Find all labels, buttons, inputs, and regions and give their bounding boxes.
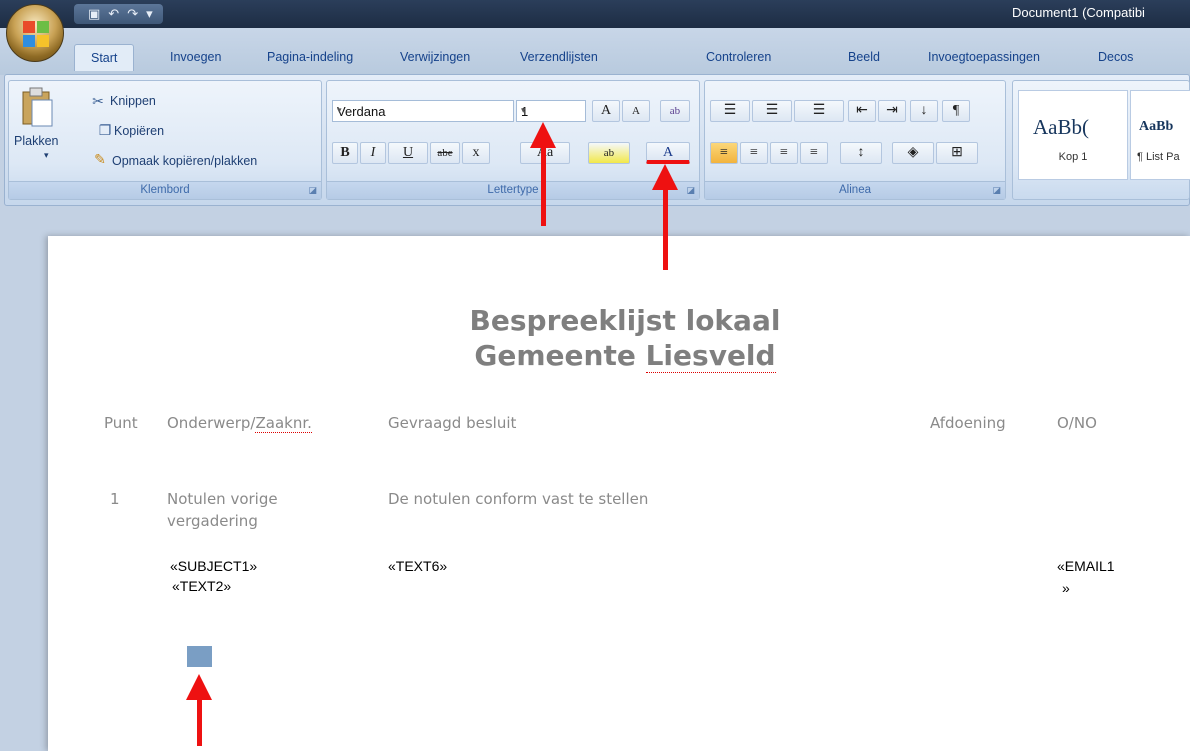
style-list-paragraph[interactable]: AaBb ¶ List Pa xyxy=(1130,90,1190,180)
copy-icon[interactable]: ❐ xyxy=(95,121,115,141)
paste-button[interactable]: Plakken xyxy=(14,134,58,148)
dialog-launcher-icon[interactable]: ◪ xyxy=(686,186,695,196)
paragraph-group: Alinea ◪ xyxy=(704,80,1006,200)
font-color-button[interactable]: A xyxy=(646,142,690,164)
annotation-arrow-shaft xyxy=(663,188,668,270)
row-subject-line1: Notulen vorige xyxy=(167,490,278,508)
underline-button[interactable]: U xyxy=(388,142,428,164)
quick-access-toolbar: ▣ ↶ ↷ ▾ xyxy=(74,4,163,24)
column-header-ono: O/NO xyxy=(1057,414,1097,432)
annotation-arrow-shaft xyxy=(541,146,546,226)
column-header-afdoening: Afdoening xyxy=(930,414,1006,432)
shading-icon[interactable]: ◈ xyxy=(892,142,934,164)
office-button[interactable] xyxy=(6,4,64,62)
numbering-icon[interactable]: ☰ xyxy=(752,100,792,122)
style-kop1[interactable]: AaBb( Kop 1 xyxy=(1018,90,1128,180)
multilevel-list-icon[interactable]: ☰ xyxy=(794,100,844,122)
tab-verzendlijsten[interactable]: Verzendlijsten xyxy=(520,50,598,64)
copy-button[interactable]: Kopiëren xyxy=(114,124,164,138)
window-title: Document1 (Compatibi xyxy=(1012,5,1145,20)
chevron-down-icon[interactable]: ▾ xyxy=(337,105,509,116)
tab-invoegen[interactable]: Invoegen xyxy=(170,50,221,64)
tab-verwijzingen[interactable]: Verwijzingen xyxy=(400,50,470,64)
heading-text: Gemeente xyxy=(474,339,646,372)
column-header-onderwerp: Onderwerp/Zaaknr. xyxy=(167,414,312,433)
undo-icon[interactable]: ↶ xyxy=(108,7,119,22)
paragraph-group-label: Alinea xyxy=(705,181,1005,199)
customize-qat-icon[interactable]: ▾ xyxy=(146,7,153,22)
format-painter-icon[interactable]: ✎ xyxy=(90,150,110,170)
cut-button[interactable]: Knippen xyxy=(110,94,156,108)
row-decision: De notulen conform vast te stellen xyxy=(388,490,649,508)
column-header-punt: Punt xyxy=(104,414,138,432)
style-sample: AaBb xyxy=(1139,119,1174,134)
align-left-icon[interactable]: ≡ xyxy=(710,142,738,164)
merge-field-email1[interactable]: «EMAIL1 xyxy=(1057,558,1115,574)
tab-invoegtoepassingen[interactable]: Invoegtoepassingen xyxy=(928,50,1040,64)
doc-heading-line1: Bespreeklijst lokaal xyxy=(469,304,781,337)
format-painter-button[interactable]: Opmaak kopiëren/plakken xyxy=(112,154,257,168)
merge-field-subject1[interactable]: «SUBJECT1» xyxy=(170,558,257,574)
font-size-combo[interactable]: 1 ▾ xyxy=(516,100,586,122)
style-name: Kop 1 xyxy=(1058,151,1088,163)
font-group: Lettertype ◪ xyxy=(326,80,700,200)
merge-field-email1-close[interactable]: » xyxy=(1062,580,1070,596)
row-subject-line2: vergadering xyxy=(167,512,258,530)
annotation-arrow-shaft xyxy=(197,698,202,746)
selected-object[interactable] xyxy=(187,646,212,667)
doc-heading-line2: Gemeente Liesveld xyxy=(380,339,870,373)
tab-start[interactable]: Start xyxy=(74,44,135,71)
scissors-icon[interactable]: ✂ xyxy=(88,92,108,112)
align-right-icon[interactable]: ≡ xyxy=(770,142,798,164)
clear-formatting-button[interactable]: ab xyxy=(660,100,690,122)
italic-button[interactable]: I xyxy=(360,142,386,164)
column-header-besluit: Gevraagd besluit xyxy=(388,414,517,432)
shrink-font-button[interactable]: A xyxy=(622,100,650,122)
strikethrough-button[interactable]: abe xyxy=(430,142,460,164)
sort-icon[interactable]: ↓ xyxy=(910,100,938,122)
clipboard-group-label: Klembord xyxy=(9,181,321,199)
tab-controleren[interactable]: Controleren xyxy=(706,50,771,64)
spelling-flagged-word[interactable]: Zaaknr. xyxy=(255,414,312,433)
pilcrow-icon[interactable]: ¶ xyxy=(942,100,970,122)
dialog-launcher-icon[interactable]: ◪ xyxy=(992,186,1001,196)
chevron-down-icon[interactable]: ▾ xyxy=(521,105,581,116)
paste-icon[interactable] xyxy=(20,86,54,128)
office-logo-icon xyxy=(23,21,49,47)
tab-beeld[interactable]: Beeld xyxy=(848,50,880,64)
merge-field-text2[interactable]: «TEXT2» xyxy=(172,578,231,594)
annotation-arrow-icon xyxy=(530,122,556,148)
redo-icon[interactable]: ↷ xyxy=(127,7,138,22)
align-center-icon[interactable]: ≡ xyxy=(740,142,768,164)
annotation-arrow-icon xyxy=(186,674,212,700)
line-spacing-icon[interactable]: ↕ xyxy=(840,142,882,164)
column-header-text: Onderwerp/ xyxy=(167,414,256,432)
justify-icon[interactable]: ≡ xyxy=(800,142,828,164)
decrease-indent-icon[interactable]: ⇤ xyxy=(848,100,876,122)
paste-dropdown-icon[interactable]: ▾ xyxy=(44,150,49,161)
font-name-combo[interactable]: Verdana ▾ xyxy=(332,100,514,122)
annotation-arrow-icon xyxy=(652,164,678,190)
spelling-flagged-word[interactable]: Liesveld xyxy=(645,339,776,373)
title-bar: ▣ ↶ ↷ ▾ Document1 (Compatibi xyxy=(0,0,1190,28)
font-group-label: Lettertype xyxy=(327,181,699,199)
tab-decos[interactable]: Decos xyxy=(1098,50,1133,64)
highlight-button[interactable]: ab xyxy=(588,142,630,164)
borders-icon[interactable]: ⊞ xyxy=(936,142,978,164)
increase-indent-icon[interactable]: ⇥ xyxy=(878,100,906,122)
bold-button[interactable]: B xyxy=(332,142,358,164)
save-icon[interactable]: ▣ xyxy=(88,7,100,22)
dialog-launcher-icon[interactable]: ◪ xyxy=(308,186,317,196)
merge-field-text6[interactable]: «TEXT6» xyxy=(388,558,447,574)
style-name: ¶ List Pa xyxy=(1137,151,1180,163)
grow-font-button[interactable]: A xyxy=(592,100,620,122)
tab-pagina-indeling[interactable]: Pagina-indeling xyxy=(267,50,353,64)
style-sample: AaBb( xyxy=(1033,115,1089,139)
row-number: 1 xyxy=(110,490,120,508)
bullets-icon[interactable]: ☰ xyxy=(710,100,750,122)
subscript-button[interactable]: x xyxy=(462,142,490,164)
